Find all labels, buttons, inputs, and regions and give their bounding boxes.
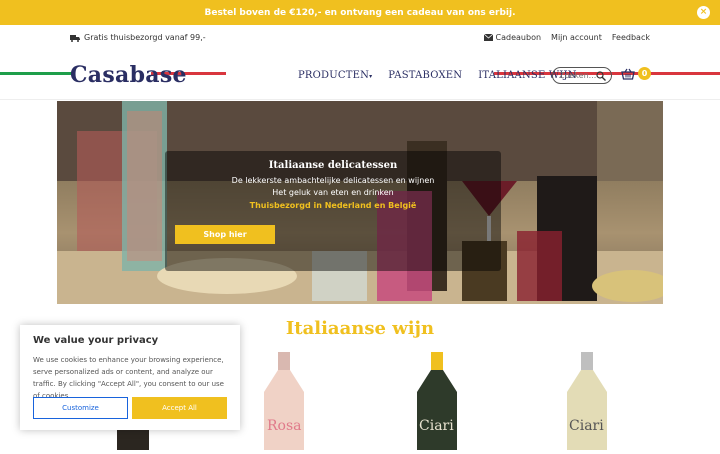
nav-producten[interactable]: PRODUCTEN▾: [298, 70, 372, 81]
search-icon[interactable]: [596, 71, 606, 81]
wine-label: Ciari: [569, 418, 604, 434]
gift-card-link[interactable]: Cadeaubon: [483, 33, 542, 42]
close-icon[interactable]: ×: [697, 6, 710, 19]
wine-bottle-rosa[interactable]: Rosa: [260, 352, 308, 454]
wine-bottle-partial[interactable]: [115, 430, 151, 454]
feedback-link[interactable]: Feedback: [612, 33, 650, 42]
accept-all-button[interactable]: Accept All: [132, 397, 227, 419]
gift-card-label: Cadeaubon: [495, 33, 542, 42]
nav-producten-label: PRODUCTEN: [298, 70, 370, 81]
hero-line-2: Het geluk van eten en drinken: [272, 188, 394, 197]
chevron-down-icon: ▾: [369, 73, 373, 80]
nav-pastaboxen[interactable]: PASTABOXEN: [388, 70, 462, 81]
cart-count-badge: 0: [638, 67, 651, 80]
wine-bottle-ciari-light[interactable]: Ciari: [563, 352, 611, 454]
promo-bar: Bestel boven de €120,- en ontvang een ca…: [0, 0, 720, 25]
utility-bar: Gratis thuisbezorgd vanaf 99,- Cadeaubon…: [0, 25, 720, 75]
hero-title: Italiaanse delicatessen: [268, 160, 398, 171]
cookie-buttons: Customize Accept All: [33, 397, 227, 419]
cart-button[interactable]: 0: [621, 67, 651, 80]
hero-highlight: Thuisbezorgd in Nederland en België: [249, 201, 417, 210]
hero-banner: Italiaanse delicatessen De lekkerste amb…: [57, 101, 663, 304]
logo[interactable]: Casabase: [70, 62, 187, 88]
search-placeholder: Zoeken...: [559, 71, 597, 80]
cookie-title: We value your privacy: [33, 335, 159, 346]
utility-links: Cadeaubon Mijn account Feedback: [483, 33, 650, 42]
shipping-text: Gratis thuisbezorgd vanaf 99,-: [84, 33, 206, 42]
cookie-text: We use cookies to enhance your browsing …: [33, 356, 224, 400]
wine-label: Rosa: [267, 418, 302, 434]
cookie-consent-banner: We value your privacy We use cookies to …: [20, 325, 240, 430]
my-account-link[interactable]: Mijn account: [551, 33, 602, 42]
wine-label: Ciari: [419, 418, 454, 434]
shipping-info: Gratis thuisbezorgd vanaf 99,-: [70, 33, 206, 42]
truck-icon: [70, 34, 80, 42]
promo-text: Bestel boven de €120,- en ontvang een ca…: [204, 7, 516, 18]
basket-icon: [621, 68, 635, 80]
hero-overlay: Italiaanse delicatessen De lekkerste amb…: [165, 151, 501, 271]
wine-bottle-ciari-dark[interactable]: Ciari: [413, 352, 461, 454]
search-input[interactable]: Zoeken...: [552, 67, 612, 84]
hero-line-1: De lekkerste ambachtelijke delicatessen …: [231, 176, 435, 185]
customize-button[interactable]: Customize: [33, 397, 128, 419]
main-nav: PRODUCTEN▾ PASTABOXEN ITALIAANSE WIJN: [298, 70, 577, 81]
main-header: Casabase PRODUCTEN▾ PASTABOXEN ITALIAANS…: [0, 52, 720, 100]
envelope-icon: [483, 33, 494, 41]
shop-here-button[interactable]: Shop hier: [175, 225, 275, 244]
